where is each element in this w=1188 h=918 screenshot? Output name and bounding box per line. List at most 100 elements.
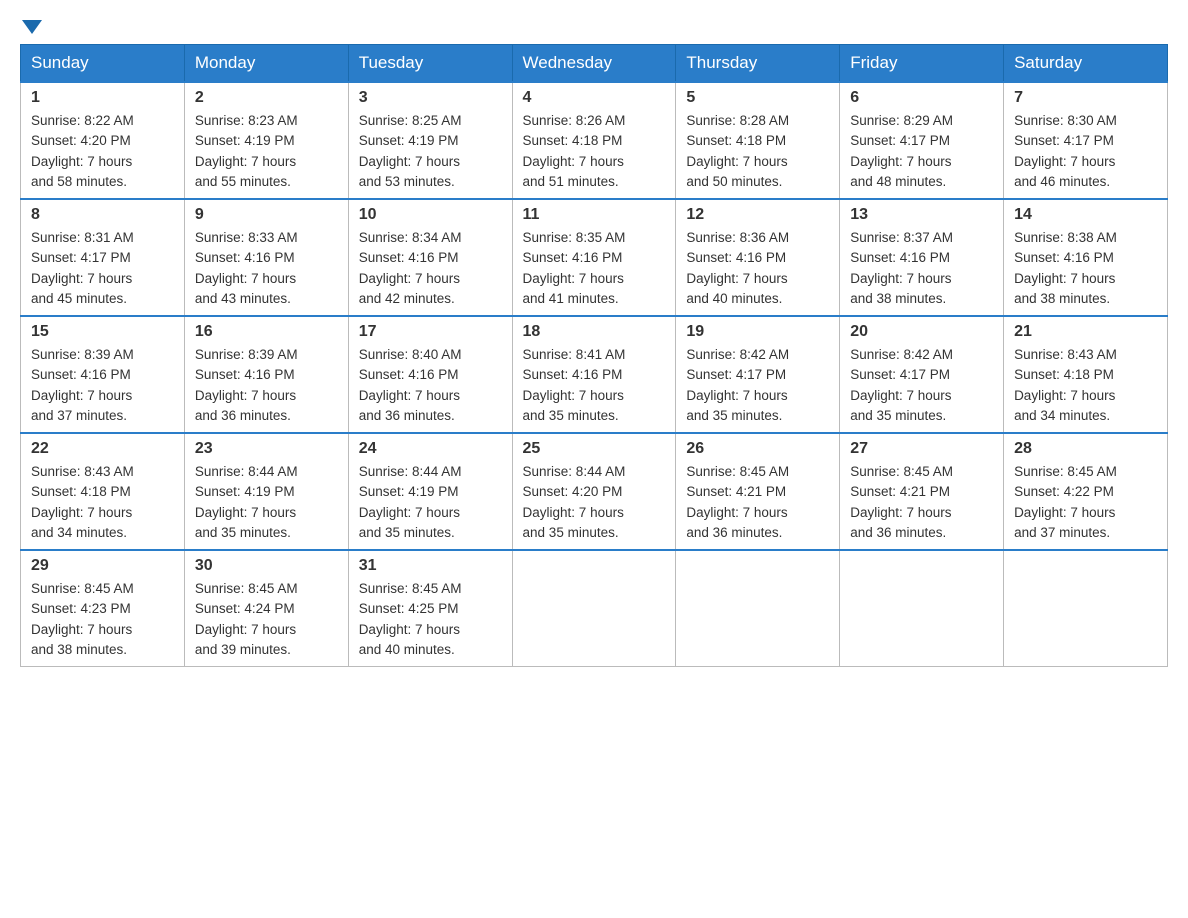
day-info: Sunrise: 8:43 AM Sunset: 4:18 PM Dayligh… xyxy=(1014,345,1157,426)
calendar-day-cell: 1 Sunrise: 8:22 AM Sunset: 4:20 PM Dayli… xyxy=(21,82,185,199)
calendar-day-cell: 8 Sunrise: 8:31 AM Sunset: 4:17 PM Dayli… xyxy=(21,199,185,316)
calendar-day-cell: 26 Sunrise: 8:45 AM Sunset: 4:21 PM Dayl… xyxy=(676,433,840,550)
calendar-day-header: Monday xyxy=(184,45,348,83)
calendar-day-cell: 25 Sunrise: 8:44 AM Sunset: 4:20 PM Dayl… xyxy=(512,433,676,550)
day-number: 22 xyxy=(31,440,174,458)
day-number: 29 xyxy=(31,557,174,575)
day-info: Sunrise: 8:33 AM Sunset: 4:16 PM Dayligh… xyxy=(195,228,338,309)
calendar-day-cell: 27 Sunrise: 8:45 AM Sunset: 4:21 PM Dayl… xyxy=(840,433,1004,550)
day-info: Sunrise: 8:35 AM Sunset: 4:16 PM Dayligh… xyxy=(523,228,666,309)
page-header xyxy=(20,20,1168,34)
calendar-day-cell xyxy=(1004,550,1168,667)
calendar-day-header: Tuesday xyxy=(348,45,512,83)
day-number: 3 xyxy=(359,89,502,107)
calendar-day-cell: 10 Sunrise: 8:34 AM Sunset: 4:16 PM Dayl… xyxy=(348,199,512,316)
day-number: 27 xyxy=(850,440,993,458)
calendar-day-cell: 17 Sunrise: 8:40 AM Sunset: 4:16 PM Dayl… xyxy=(348,316,512,433)
logo xyxy=(20,20,42,34)
calendar-day-cell: 3 Sunrise: 8:25 AM Sunset: 4:19 PM Dayli… xyxy=(348,82,512,199)
day-number: 28 xyxy=(1014,440,1157,458)
day-number: 17 xyxy=(359,323,502,341)
calendar-day-header: Thursday xyxy=(676,45,840,83)
day-info: Sunrise: 8:25 AM Sunset: 4:19 PM Dayligh… xyxy=(359,111,502,192)
day-info: Sunrise: 8:42 AM Sunset: 4:17 PM Dayligh… xyxy=(686,345,829,426)
day-number: 16 xyxy=(195,323,338,341)
day-number: 9 xyxy=(195,206,338,224)
day-number: 11 xyxy=(523,206,666,224)
calendar-week-row: 15 Sunrise: 8:39 AM Sunset: 4:16 PM Dayl… xyxy=(21,316,1168,433)
calendar-day-cell: 6 Sunrise: 8:29 AM Sunset: 4:17 PM Dayli… xyxy=(840,82,1004,199)
calendar-day-cell xyxy=(840,550,1004,667)
day-number: 20 xyxy=(850,323,993,341)
day-number: 2 xyxy=(195,89,338,107)
calendar-day-header: Friday xyxy=(840,45,1004,83)
day-info: Sunrise: 8:45 AM Sunset: 4:25 PM Dayligh… xyxy=(359,579,502,660)
day-number: 1 xyxy=(31,89,174,107)
day-info: Sunrise: 8:42 AM Sunset: 4:17 PM Dayligh… xyxy=(850,345,993,426)
day-number: 14 xyxy=(1014,206,1157,224)
day-info: Sunrise: 8:44 AM Sunset: 4:19 PM Dayligh… xyxy=(195,462,338,543)
logo-triangle-icon xyxy=(22,20,42,34)
day-number: 8 xyxy=(31,206,174,224)
day-number: 30 xyxy=(195,557,338,575)
day-info: Sunrise: 8:30 AM Sunset: 4:17 PM Dayligh… xyxy=(1014,111,1157,192)
calendar-day-cell: 22 Sunrise: 8:43 AM Sunset: 4:18 PM Dayl… xyxy=(21,433,185,550)
day-number: 6 xyxy=(850,89,993,107)
calendar-day-header: Saturday xyxy=(1004,45,1168,83)
calendar-day-cell: 31 Sunrise: 8:45 AM Sunset: 4:25 PM Dayl… xyxy=(348,550,512,667)
day-number: 10 xyxy=(359,206,502,224)
day-info: Sunrise: 8:38 AM Sunset: 4:16 PM Dayligh… xyxy=(1014,228,1157,309)
calendar-day-cell: 7 Sunrise: 8:30 AM Sunset: 4:17 PM Dayli… xyxy=(1004,82,1168,199)
day-info: Sunrise: 8:45 AM Sunset: 4:21 PM Dayligh… xyxy=(850,462,993,543)
day-number: 19 xyxy=(686,323,829,341)
day-info: Sunrise: 8:44 AM Sunset: 4:19 PM Dayligh… xyxy=(359,462,502,543)
day-info: Sunrise: 8:36 AM Sunset: 4:16 PM Dayligh… xyxy=(686,228,829,309)
day-info: Sunrise: 8:43 AM Sunset: 4:18 PM Dayligh… xyxy=(31,462,174,543)
calendar-day-cell: 15 Sunrise: 8:39 AM Sunset: 4:16 PM Dayl… xyxy=(21,316,185,433)
day-number: 21 xyxy=(1014,323,1157,341)
day-number: 13 xyxy=(850,206,993,224)
calendar-week-row: 22 Sunrise: 8:43 AM Sunset: 4:18 PM Dayl… xyxy=(21,433,1168,550)
day-number: 18 xyxy=(523,323,666,341)
day-info: Sunrise: 8:29 AM Sunset: 4:17 PM Dayligh… xyxy=(850,111,993,192)
calendar-day-cell: 28 Sunrise: 8:45 AM Sunset: 4:22 PM Dayl… xyxy=(1004,433,1168,550)
day-number: 26 xyxy=(686,440,829,458)
day-info: Sunrise: 8:23 AM Sunset: 4:19 PM Dayligh… xyxy=(195,111,338,192)
day-info: Sunrise: 8:39 AM Sunset: 4:16 PM Dayligh… xyxy=(31,345,174,426)
day-info: Sunrise: 8:44 AM Sunset: 4:20 PM Dayligh… xyxy=(523,462,666,543)
day-number: 24 xyxy=(359,440,502,458)
calendar-day-cell: 9 Sunrise: 8:33 AM Sunset: 4:16 PM Dayli… xyxy=(184,199,348,316)
calendar-day-header: Wednesday xyxy=(512,45,676,83)
calendar-day-cell: 18 Sunrise: 8:41 AM Sunset: 4:16 PM Dayl… xyxy=(512,316,676,433)
day-info: Sunrise: 8:39 AM Sunset: 4:16 PM Dayligh… xyxy=(195,345,338,426)
calendar-day-cell: 13 Sunrise: 8:37 AM Sunset: 4:16 PM Dayl… xyxy=(840,199,1004,316)
calendar-day-cell: 14 Sunrise: 8:38 AM Sunset: 4:16 PM Dayl… xyxy=(1004,199,1168,316)
day-number: 23 xyxy=(195,440,338,458)
day-number: 4 xyxy=(523,89,666,107)
calendar-day-cell: 4 Sunrise: 8:26 AM Sunset: 4:18 PM Dayli… xyxy=(512,82,676,199)
calendar-day-cell: 16 Sunrise: 8:39 AM Sunset: 4:16 PM Dayl… xyxy=(184,316,348,433)
calendar-table: SundayMondayTuesdayWednesdayThursdayFrid… xyxy=(20,44,1168,667)
calendar-day-cell: 30 Sunrise: 8:45 AM Sunset: 4:24 PM Dayl… xyxy=(184,550,348,667)
day-info: Sunrise: 8:40 AM Sunset: 4:16 PM Dayligh… xyxy=(359,345,502,426)
calendar-header-row: SundayMondayTuesdayWednesdayThursdayFrid… xyxy=(21,45,1168,83)
calendar-week-row: 1 Sunrise: 8:22 AM Sunset: 4:20 PM Dayli… xyxy=(21,82,1168,199)
calendar-day-cell: 29 Sunrise: 8:45 AM Sunset: 4:23 PM Dayl… xyxy=(21,550,185,667)
calendar-day-cell: 11 Sunrise: 8:35 AM Sunset: 4:16 PM Dayl… xyxy=(512,199,676,316)
calendar-day-cell: 5 Sunrise: 8:28 AM Sunset: 4:18 PM Dayli… xyxy=(676,82,840,199)
day-number: 15 xyxy=(31,323,174,341)
day-number: 31 xyxy=(359,557,502,575)
calendar-day-cell xyxy=(676,550,840,667)
day-info: Sunrise: 8:41 AM Sunset: 4:16 PM Dayligh… xyxy=(523,345,666,426)
day-info: Sunrise: 8:22 AM Sunset: 4:20 PM Dayligh… xyxy=(31,111,174,192)
day-info: Sunrise: 8:28 AM Sunset: 4:18 PM Dayligh… xyxy=(686,111,829,192)
calendar-week-row: 8 Sunrise: 8:31 AM Sunset: 4:17 PM Dayli… xyxy=(21,199,1168,316)
calendar-day-header: Sunday xyxy=(21,45,185,83)
calendar-day-cell: 20 Sunrise: 8:42 AM Sunset: 4:17 PM Dayl… xyxy=(840,316,1004,433)
day-info: Sunrise: 8:45 AM Sunset: 4:21 PM Dayligh… xyxy=(686,462,829,543)
calendar-day-cell: 2 Sunrise: 8:23 AM Sunset: 4:19 PM Dayli… xyxy=(184,82,348,199)
calendar-day-cell xyxy=(512,550,676,667)
calendar-day-cell: 23 Sunrise: 8:44 AM Sunset: 4:19 PM Dayl… xyxy=(184,433,348,550)
day-info: Sunrise: 8:31 AM Sunset: 4:17 PM Dayligh… xyxy=(31,228,174,309)
day-info: Sunrise: 8:37 AM Sunset: 4:16 PM Dayligh… xyxy=(850,228,993,309)
